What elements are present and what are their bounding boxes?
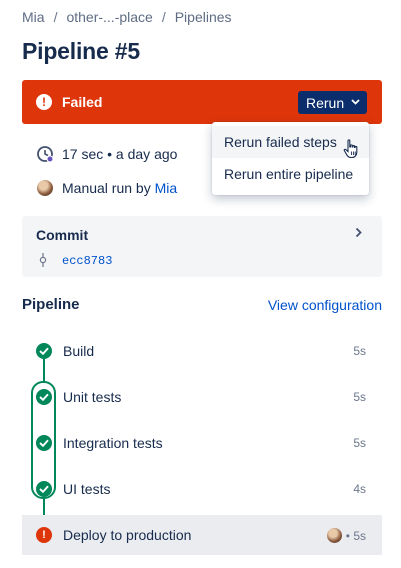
step-duration: 4s xyxy=(353,482,366,496)
menu-item-rerun-entire-pipeline[interactable]: Rerun entire pipeline xyxy=(212,158,369,190)
success-check-icon xyxy=(36,481,52,497)
duration-row: 17 sec • a day ago xyxy=(36,145,177,163)
page-title: Pipeline #5 xyxy=(22,38,140,64)
chevron-down-icon xyxy=(351,99,360,105)
step-duration: 5s xyxy=(353,390,366,404)
breadcrumb-separator: / xyxy=(53,9,58,25)
step-label: Unit tests xyxy=(63,389,122,405)
breadcrumb: Mia / other-...-place / Pipelines xyxy=(22,9,232,25)
hand-pointer-cursor-icon xyxy=(343,139,358,159)
step-build[interactable]: Build 5s xyxy=(22,331,382,371)
status-label: Failed xyxy=(62,94,103,110)
view-configuration-link[interactable]: View configuration xyxy=(268,297,382,313)
step-ui-tests[interactable]: UI tests 4s xyxy=(22,469,382,509)
error-icon: ! xyxy=(36,527,52,543)
step-label: Integration tests xyxy=(63,435,163,451)
user-avatar xyxy=(326,528,342,543)
step-integration-tests[interactable]: Integration tests 5s xyxy=(22,423,382,463)
step-duration-with-avatar: • 5s xyxy=(326,528,366,543)
step-label: Deploy to production xyxy=(63,527,192,543)
success-check-icon xyxy=(36,435,52,451)
step-duration: 5s xyxy=(353,344,366,358)
breadcrumb-item-workspace[interactable]: Mia xyxy=(22,9,45,25)
trigger-user-link[interactable]: Mia xyxy=(155,180,178,196)
trigger-row: Manual run by Mia xyxy=(36,179,177,197)
step-label: Build xyxy=(63,343,95,359)
breadcrumb-item-repository[interactable]: other-...-place xyxy=(66,9,152,25)
status-banner: ! Failed Rerun xyxy=(22,80,382,124)
success-check-icon xyxy=(36,389,52,405)
commit-hash-link[interactable]: ecc8783 xyxy=(62,254,112,268)
commit-title: Commit xyxy=(36,227,89,243)
rerun-button[interactable]: Rerun xyxy=(298,91,367,114)
step-unit-tests[interactable]: Unit tests 5s xyxy=(22,377,382,417)
user-avatar xyxy=(36,179,54,197)
pipeline-section-title: Pipeline xyxy=(22,296,80,313)
rerun-button-label: Rerun xyxy=(306,94,345,111)
breadcrumb-separator: / xyxy=(161,9,166,25)
error-icon: ! xyxy=(36,94,52,110)
step-label: UI tests xyxy=(63,481,111,497)
step-deploy-to-production[interactable]: ! Deploy to production • 5s xyxy=(22,515,382,555)
breadcrumb-item-pipelines[interactable]: Pipelines xyxy=(175,9,232,25)
duration-text: 17 sec • a day ago xyxy=(62,146,178,162)
commit-icon xyxy=(39,253,47,267)
clock-icon xyxy=(36,145,54,163)
success-check-icon xyxy=(36,343,52,359)
trigger-prefix: Manual run by xyxy=(62,180,151,196)
step-duration: • 5s xyxy=(345,528,366,543)
chevron-right-icon xyxy=(355,227,362,238)
step-duration: 5s xyxy=(353,436,366,450)
commit-card[interactable]: Commit ecc8783 xyxy=(22,216,382,277)
